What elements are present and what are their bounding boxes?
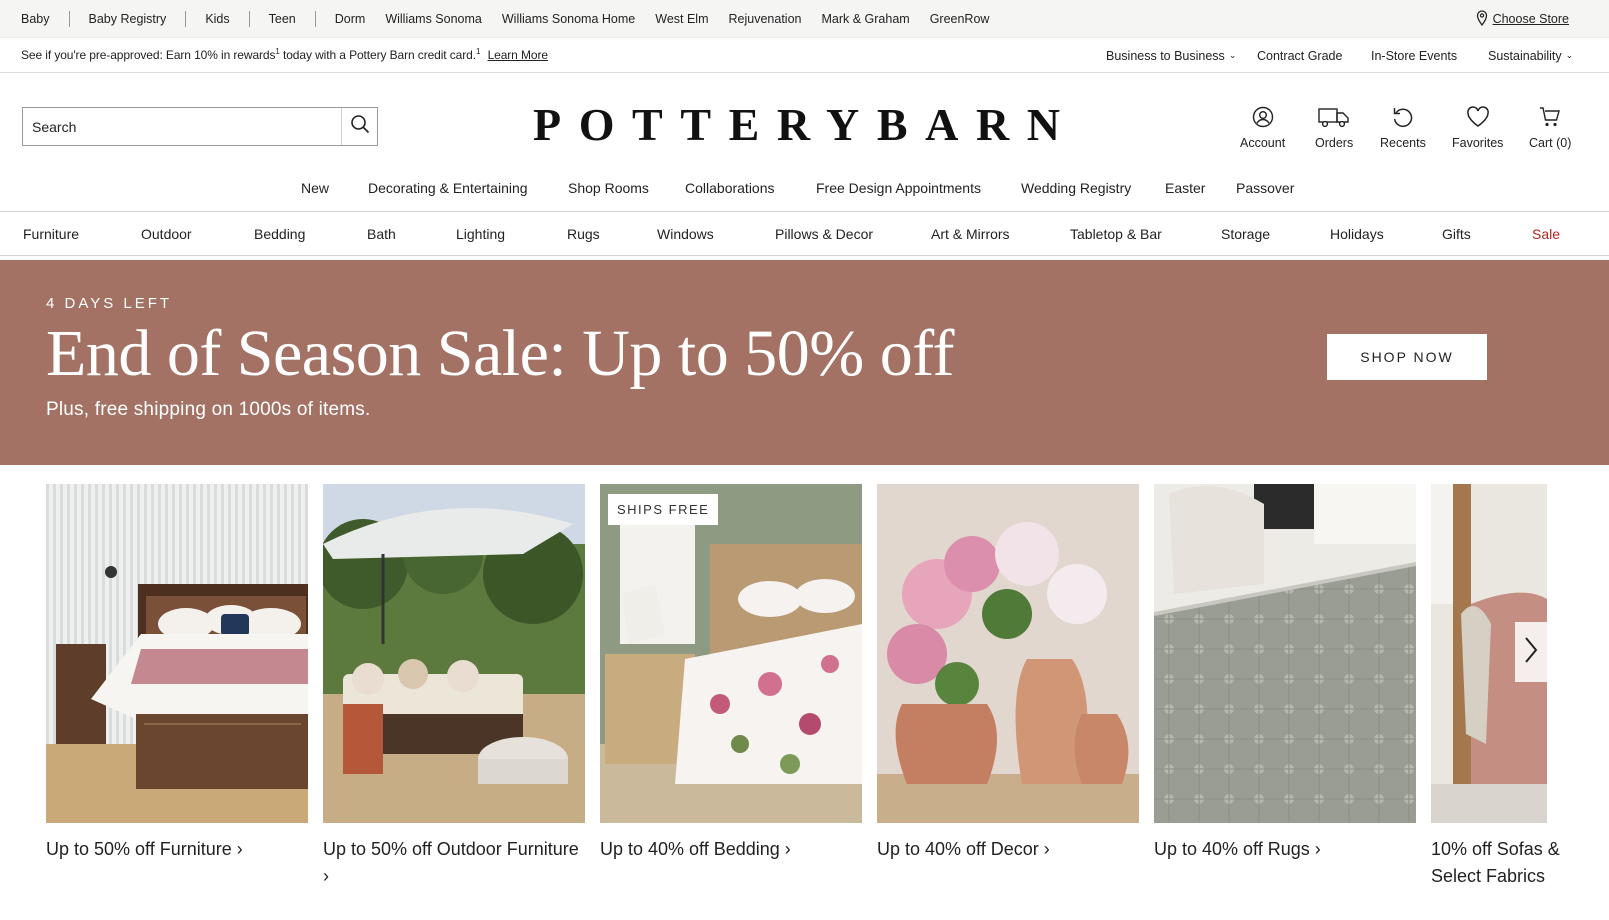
topnav-free-design-appointments[interactable]: Free Design Appointments xyxy=(816,180,981,200)
nav-sale[interactable]: Sale xyxy=(1532,226,1560,242)
credit-card-promo: See if you're pre-approved: Earn 10% in … xyxy=(21,47,548,62)
choose-store-link[interactable]: Choose Store xyxy=(1476,0,1569,38)
sustainability-link[interactable]: Sustainability ⌄ xyxy=(1488,38,1573,73)
recents-label: Recents xyxy=(1380,136,1426,150)
orders-button[interactable]: Orders xyxy=(1315,104,1353,150)
site-logo[interactable]: POTTERYBARN xyxy=(533,98,1060,150)
topnav-shop-rooms[interactable]: Shop Rooms xyxy=(568,180,649,200)
cart-icon xyxy=(1539,104,1561,130)
divider xyxy=(248,11,250,27)
brand-link-kids[interactable]: Kids xyxy=(205,12,229,26)
nav-storage[interactable]: Storage xyxy=(1221,226,1270,242)
account-icon xyxy=(1252,104,1274,130)
account-label: Account xyxy=(1240,136,1286,150)
orders-label: Orders xyxy=(1315,136,1354,150)
nav-bath[interactable]: Bath xyxy=(367,226,396,242)
topnav-easter[interactable]: Easter xyxy=(1165,180,1205,200)
hero-headline: End of Season Sale: Up to 50% off xyxy=(46,317,954,390)
favorites-label: Favorites xyxy=(1452,136,1504,150)
account-button[interactable]: Account xyxy=(1240,104,1285,150)
card-caption: Up to 40% off Decor › xyxy=(877,839,1050,859)
nav-furniture[interactable]: Furniture xyxy=(23,226,79,242)
topnav-collaborations[interactable]: Collaborations xyxy=(685,180,775,200)
divider xyxy=(68,11,70,27)
brand-link-greenrow[interactable]: GreenRow xyxy=(930,12,990,26)
favorites-button[interactable]: Favorites xyxy=(1452,104,1503,150)
card-caption: Up to 40% off Bedding › xyxy=(600,839,791,859)
logo-wordmark: POTTERYBARN xyxy=(533,99,1060,150)
business-to-business-link[interactable]: Business to Business ⌄ xyxy=(1106,38,1236,73)
brand-link-williams-sonoma[interactable]: Williams Sonoma xyxy=(385,12,482,26)
shop-now-button[interactable]: SHOP NOW xyxy=(1327,334,1487,380)
brand-link-baby[interactable]: Baby xyxy=(21,12,50,26)
search-button[interactable] xyxy=(341,108,377,145)
nav-bedding[interactable]: Bedding xyxy=(254,226,305,242)
decor-image xyxy=(877,484,1139,823)
location-pin-icon xyxy=(1476,9,1488,29)
contract-grade-link[interactable]: Contract Grade xyxy=(1257,38,1342,73)
nav-outdoor[interactable]: Outdoor xyxy=(141,226,192,242)
choose-store-label: Choose Store xyxy=(1492,12,1569,26)
nav-rugs[interactable]: Rugs xyxy=(567,226,600,242)
cart-label: Cart (0) xyxy=(1529,136,1572,150)
brand-link-rejuvenation[interactable]: Rejuvenation xyxy=(729,12,802,26)
nav-windows[interactable]: Windows xyxy=(657,226,714,242)
topnav-wedding-registry[interactable]: Wedding Registry xyxy=(1021,180,1131,200)
cart-button[interactable]: Cart (0) xyxy=(1529,104,1571,150)
chevron-down-icon: ⌄ xyxy=(1228,50,1237,60)
nav-holidays[interactable]: Holidays xyxy=(1330,226,1384,242)
chevron-down-icon: ⌄ xyxy=(1565,50,1574,60)
brand-link-mark-graham[interactable]: Mark & Graham xyxy=(821,12,909,26)
card-caption: Up to 40% off Rugs › xyxy=(1154,839,1321,859)
sustainability-label: Sustainability xyxy=(1488,48,1562,63)
business-to-business-label: Business to Business xyxy=(1106,48,1225,63)
hero-subtext: Plus, free shipping on 1000s of items. xyxy=(46,399,371,420)
recents-icon xyxy=(1391,104,1415,130)
nav-gifts[interactable]: Gifts xyxy=(1442,226,1471,242)
nav-tabletop-bar[interactable]: Tabletop & Bar xyxy=(1070,226,1162,242)
learn-more-link[interactable]: Learn More xyxy=(488,48,548,62)
ships-free-badge: SHIPS FREE xyxy=(608,494,719,525)
brand-bar: Baby Baby Registry Kids Teen Dorm Willia… xyxy=(0,0,1609,38)
card-caption: Up to 50% off Furniture › xyxy=(46,839,243,859)
footnote-mark: 1 xyxy=(475,47,481,56)
promo-bar: See if you're pre-approved: Earn 10% in … xyxy=(0,38,1609,73)
nav-art-mirrors[interactable]: Art & Mirrors xyxy=(931,226,1010,242)
topnav-passover[interactable]: Passover xyxy=(1236,180,1294,200)
recents-button[interactable]: Recents xyxy=(1380,104,1426,150)
card-caption: Up to 50% off Outdoor Furniture › xyxy=(323,839,579,886)
rug-image xyxy=(1154,484,1416,823)
brand-link-baby-registry[interactable]: Baby Registry xyxy=(89,12,167,26)
nav-pillows-decor[interactable]: Pillows & Decor xyxy=(775,226,873,242)
promo-text-2: today with a Pottery Barn credit card. xyxy=(279,48,476,62)
topnav-decorating-entertaining[interactable]: Decorating & Entertaining xyxy=(368,180,528,200)
hero-eyebrow: 4 DAYS LEFT xyxy=(46,295,173,312)
search-input[interactable] xyxy=(23,108,343,145)
bedding-image: SHIPS FREE xyxy=(600,484,862,823)
promo-text: See if you're pre-approved: Earn 10% in … xyxy=(21,48,276,62)
search-box xyxy=(22,107,378,146)
carousel-next-button[interactable] xyxy=(1515,622,1547,682)
divider xyxy=(185,11,187,27)
heart-icon xyxy=(1466,104,1490,130)
brand-links: Baby Baby Registry Kids Teen Dorm Willia… xyxy=(21,0,989,38)
chevron-right-icon xyxy=(1523,636,1539,669)
truck-icon xyxy=(1318,104,1350,130)
in-store-events-link[interactable]: In-Store Events xyxy=(1371,38,1457,73)
outdoor-image xyxy=(323,484,585,823)
card-caption: 10% off Sofas & Select Fabrics xyxy=(1431,839,1560,886)
brand-link-williams-sonoma-home[interactable]: Williams Sonoma Home xyxy=(502,12,635,26)
topnav-new[interactable]: New xyxy=(301,180,329,200)
brand-link-dorm[interactable]: Dorm xyxy=(335,12,366,26)
search-icon xyxy=(350,114,370,139)
brand-link-west-elm[interactable]: West Elm xyxy=(655,12,708,26)
logo-text: POTTERYBARN xyxy=(533,99,1060,148)
nav-lighting[interactable]: Lighting xyxy=(456,226,505,242)
brand-link-teen[interactable]: Teen xyxy=(269,12,296,26)
divider xyxy=(314,11,316,27)
sale-hero-banner[interactable]: 4 DAYS LEFT End of Season Sale: Up to 50… xyxy=(0,260,1609,465)
bedroom-image xyxy=(46,484,308,823)
